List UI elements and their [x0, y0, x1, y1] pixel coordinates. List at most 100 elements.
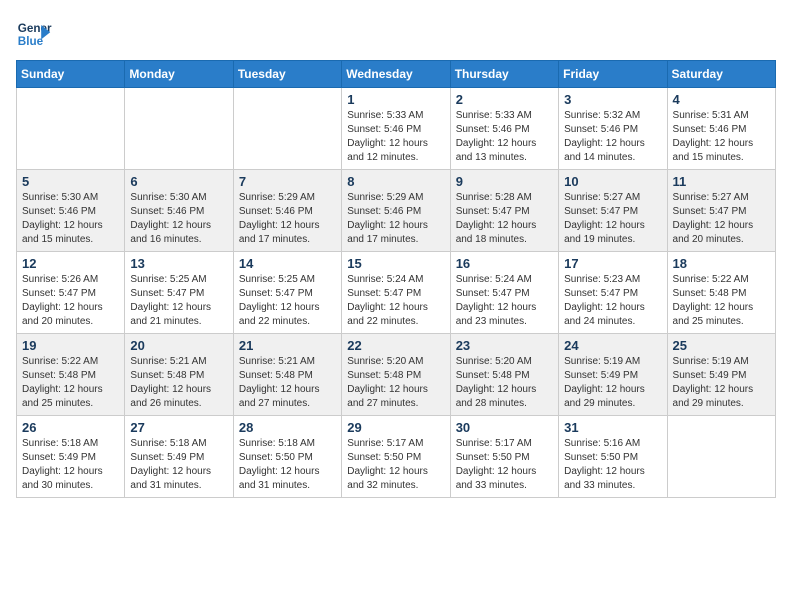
day-number: 20 — [130, 338, 227, 353]
day-cell: 12Sunrise: 5:26 AM Sunset: 5:47 PM Dayli… — [17, 252, 125, 334]
day-info: Sunrise: 5:19 AM Sunset: 5:49 PM Dayligh… — [564, 355, 661, 411]
day-number: 23 — [456, 338, 553, 353]
day-number: 22 — [347, 338, 444, 353]
day-cell: 26 Sunrise: 5:18 AM Sunset: 5:49 PM Dayli… — [17, 416, 125, 498]
day-cell: 13 Sunrise: 5:25 AM Sunset: 5:47 PM Dayli… — [125, 252, 233, 334]
week-row-2: 5 Sunrise: 5:30 AM Sunset: 5:46 PM Daylig… — [17, 170, 776, 252]
day-header-sunday: Sunday — [17, 61, 125, 88]
week-row-1: 1 Sunrise: 5:33 AM Sunset: 5:46 PM Daylig… — [17, 88, 776, 170]
day-number: 17 — [564, 256, 661, 271]
logo-icon: General Blue — [16, 16, 52, 52]
day-info: Sunrise: 5:23 AM Sunset: 5:47 PM Dayligh… — [564, 273, 661, 329]
day-cell: 19 Sunrise: 5:22 AM Sunset: 5:48 PM Dayli… — [17, 334, 125, 416]
day-info: Sunrise: 5:18 AM Sunset: 5:49 PM Dayligh… — [130, 437, 227, 493]
day-number: 31 — [564, 420, 661, 435]
day-cell: 30 Sunrise: 5:17 AM Sunset: 5:50 PM Dayli… — [450, 416, 558, 498]
day-header-thursday: Thursday — [450, 61, 558, 88]
day-info: Sunrise: 5:17 AM Sunset: 5:50 PM Dayligh… — [456, 437, 553, 493]
day-header-saturday: Saturday — [667, 61, 775, 88]
day-cell: 11 Sunrise: 5:27 AM Sunset: 5:47 PM Dayli… — [667, 170, 775, 252]
day-cell: 29Sunrise: 5:17 AM Sunset: 5:50 PM Dayli… — [342, 416, 450, 498]
day-header-wednesday: Wednesday — [342, 61, 450, 88]
header: General Blue — [16, 16, 776, 52]
day-cell: 17 Sunrise: 5:23 AM Sunset: 5:47 PM Dayli… — [559, 252, 667, 334]
logo: General Blue — [16, 16, 52, 52]
day-number: 5 — [22, 174, 119, 189]
day-number: 7 — [239, 174, 336, 189]
week-row-3: 12Sunrise: 5:26 AM Sunset: 5:47 PM Dayli… — [17, 252, 776, 334]
day-info: Sunrise: 5:18 AM Sunset: 5:50 PM Dayligh… — [239, 437, 336, 493]
day-info: Sunrise: 5:20 AM Sunset: 5:48 PM Dayligh… — [347, 355, 444, 411]
day-header-friday: Friday — [559, 61, 667, 88]
day-number: 8 — [347, 174, 444, 189]
day-number: 27 — [130, 420, 227, 435]
day-info: Sunrise: 5:27 AM Sunset: 5:47 PM Dayligh… — [673, 191, 770, 247]
day-number: 2 — [456, 92, 553, 107]
day-info: Sunrise: 5:22 AM Sunset: 5:48 PM Dayligh… — [22, 355, 119, 411]
day-info: Sunrise: 5:33 AM Sunset: 5:46 PM Dayligh… — [456, 109, 553, 165]
day-cell: 8 Sunrise: 5:29 AM Sunset: 5:46 PM Daylig… — [342, 170, 450, 252]
day-info: Sunrise: 5:21 AM Sunset: 5:48 PM Dayligh… — [130, 355, 227, 411]
day-number: 28 — [239, 420, 336, 435]
day-info: Sunrise: 5:21 AM Sunset: 5:48 PM Dayligh… — [239, 355, 336, 411]
day-cell: 2 Sunrise: 5:33 AM Sunset: 5:46 PM Daylig… — [450, 88, 558, 170]
day-cell: 31Sunrise: 5:16 AM Sunset: 5:50 PM Dayli… — [559, 416, 667, 498]
calendar-table: SundayMondayTuesdayWednesdayThursdayFrid… — [16, 60, 776, 498]
day-cell — [125, 88, 233, 170]
day-header-tuesday: Tuesday — [233, 61, 341, 88]
day-info: Sunrise: 5:19 AM Sunset: 5:49 PM Dayligh… — [673, 355, 770, 411]
day-number: 13 — [130, 256, 227, 271]
day-number: 18 — [673, 256, 770, 271]
day-info: Sunrise: 5:28 AM Sunset: 5:47 PM Dayligh… — [456, 191, 553, 247]
day-info: Sunrise: 5:29 AM Sunset: 5:46 PM Dayligh… — [347, 191, 444, 247]
day-cell — [17, 88, 125, 170]
day-number: 11 — [673, 174, 770, 189]
day-cell — [667, 416, 775, 498]
day-cell: 14Sunrise: 5:25 AM Sunset: 5:47 PM Dayli… — [233, 252, 341, 334]
day-number: 30 — [456, 420, 553, 435]
day-info: Sunrise: 5:29 AM Sunset: 5:46 PM Dayligh… — [239, 191, 336, 247]
day-info: Sunrise: 5:32 AM Sunset: 5:46 PM Dayligh… — [564, 109, 661, 165]
day-cell: 7 Sunrise: 5:29 AM Sunset: 5:46 PM Daylig… — [233, 170, 341, 252]
day-number: 26 — [22, 420, 119, 435]
day-cell: 24 Sunrise: 5:19 AM Sunset: 5:49 PM Dayli… — [559, 334, 667, 416]
day-cell: 3 Sunrise: 5:32 AM Sunset: 5:46 PM Daylig… — [559, 88, 667, 170]
day-cell: 9Sunrise: 5:28 AM Sunset: 5:47 PM Daylig… — [450, 170, 558, 252]
day-number: 19 — [22, 338, 119, 353]
day-cell: 25 Sunrise: 5:19 AM Sunset: 5:49 PM Dayli… — [667, 334, 775, 416]
day-number: 4 — [673, 92, 770, 107]
day-info: Sunrise: 5:25 AM Sunset: 5:47 PM Dayligh… — [130, 273, 227, 329]
day-number: 21 — [239, 338, 336, 353]
day-number: 15 — [347, 256, 444, 271]
day-cell: 16 Sunrise: 5:24 AM Sunset: 5:47 PM Dayli… — [450, 252, 558, 334]
day-number: 16 — [456, 256, 553, 271]
day-info: Sunrise: 5:27 AM Sunset: 5:47 PM Dayligh… — [564, 191, 661, 247]
day-cell: 28 Sunrise: 5:18 AM Sunset: 5:50 PM Dayli… — [233, 416, 341, 498]
header-row: SundayMondayTuesdayWednesdayThursdayFrid… — [17, 61, 776, 88]
day-number: 24 — [564, 338, 661, 353]
day-cell: 27 Sunrise: 5:18 AM Sunset: 5:49 PM Dayli… — [125, 416, 233, 498]
day-cell — [233, 88, 341, 170]
day-cell: 21 Sunrise: 5:21 AM Sunset: 5:48 PM Dayli… — [233, 334, 341, 416]
day-cell: 23 Sunrise: 5:20 AM Sunset: 5:48 PM Dayli… — [450, 334, 558, 416]
day-number: 3 — [564, 92, 661, 107]
day-number: 10 — [564, 174, 661, 189]
day-number: 1 — [347, 92, 444, 107]
day-number: 25 — [673, 338, 770, 353]
day-number: 14 — [239, 256, 336, 271]
day-number: 6 — [130, 174, 227, 189]
day-number: 12 — [22, 256, 119, 271]
day-cell: 10 Sunrise: 5:27 AM Sunset: 5:47 PM Dayli… — [559, 170, 667, 252]
day-cell: 5 Sunrise: 5:30 AM Sunset: 5:46 PM Daylig… — [17, 170, 125, 252]
day-header-monday: Monday — [125, 61, 233, 88]
day-info: Sunrise: 5:18 AM Sunset: 5:49 PM Dayligh… — [22, 437, 119, 493]
day-info: Sunrise: 5:33 AM Sunset: 5:46 PM Dayligh… — [347, 109, 444, 165]
day-info: Sunrise: 5:22 AM Sunset: 5:48 PM Dayligh… — [673, 273, 770, 329]
day-cell: 20 Sunrise: 5:21 AM Sunset: 5:48 PM Dayli… — [125, 334, 233, 416]
day-number: 29 — [347, 420, 444, 435]
day-info: Sunrise: 5:30 AM Sunset: 5:46 PM Dayligh… — [22, 191, 119, 247]
day-info: Sunrise: 5:24 AM Sunset: 5:47 PM Dayligh… — [456, 273, 553, 329]
day-cell: 1 Sunrise: 5:33 AM Sunset: 5:46 PM Daylig… — [342, 88, 450, 170]
day-info: Sunrise: 5:20 AM Sunset: 5:48 PM Dayligh… — [456, 355, 553, 411]
week-row-5: 26 Sunrise: 5:18 AM Sunset: 5:49 PM Dayli… — [17, 416, 776, 498]
